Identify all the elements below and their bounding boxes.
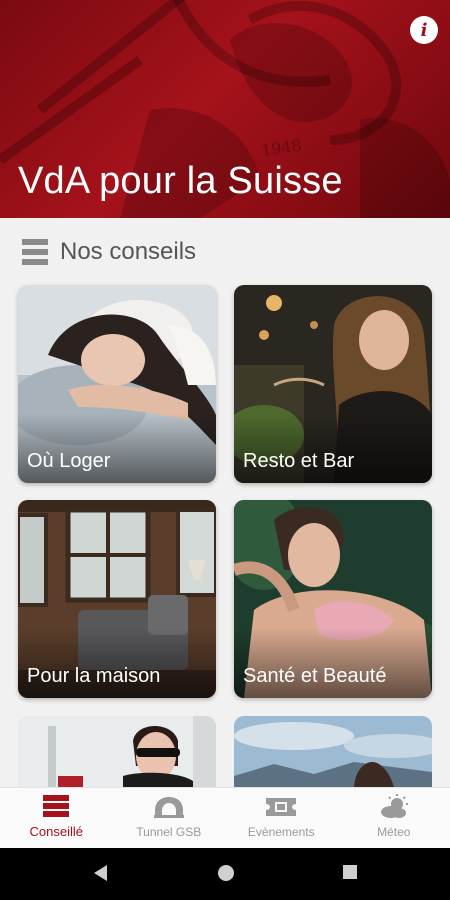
- emblem-year: 1948: [260, 135, 303, 159]
- nav-label: Evènements: [247, 825, 315, 839]
- list-icon: [43, 795, 70, 817]
- ticket-icon: [266, 798, 297, 816]
- woman-sunglasses-photo: [18, 716, 216, 787]
- nav-conseille[interactable]: Conseillé: [0, 788, 113, 848]
- nav-label: Méteo: [377, 825, 411, 839]
- info-icon: i: [420, 19, 428, 41]
- info-button[interactable]: i: [410, 16, 438, 44]
- nav-label: Tunnel GSB: [136, 825, 202, 839]
- app-header: 1948 VdA pour la Suisse i: [0, 0, 450, 218]
- nav-evenements[interactable]: Evènements: [225, 788, 338, 848]
- card-sante-et-beaute[interactable]: Santé et Beauté: [234, 500, 432, 698]
- card-label: Resto et Bar: [243, 450, 355, 472]
- bottom-navigation: Conseillé Tunnel GSB Evènements Méteo: [0, 787, 450, 848]
- section-header: Nos conseils: [22, 238, 196, 266]
- card-resto-et-bar[interactable]: Resto et Bar: [234, 285, 432, 483]
- section-title: Nos conseils: [60, 238, 197, 265]
- card-pour-la-maison[interactable]: Pour la maison: [18, 500, 216, 698]
- back-icon[interactable]: [93, 864, 109, 882]
- system-navigation-bar: [0, 848, 450, 900]
- nav-tunnel-gsb[interactable]: Tunnel GSB: [113, 788, 226, 848]
- card-label: Pour la maison: [27, 665, 161, 687]
- card-partial-fashion[interactable]: [18, 716, 216, 787]
- nav-meteo[interactable]: Méteo: [338, 788, 450, 848]
- app-title: VdA pour la Suisse: [18, 160, 343, 202]
- recents-icon[interactable]: [342, 864, 358, 880]
- card-label: Où Loger: [27, 450, 111, 472]
- home-icon[interactable]: [217, 864, 235, 882]
- card-ou-loger[interactable]: Où Loger: [18, 285, 216, 483]
- tunnel-icon: [153, 797, 184, 818]
- card-label: Santé et Beauté: [243, 665, 387, 687]
- card-partial-travel[interactable]: [234, 716, 432, 787]
- list-icon: [22, 239, 48, 265]
- nav-label: Conseillé: [29, 824, 83, 839]
- mountain-lake-photo: [234, 716, 432, 787]
- weather-icon: [380, 794, 408, 818]
